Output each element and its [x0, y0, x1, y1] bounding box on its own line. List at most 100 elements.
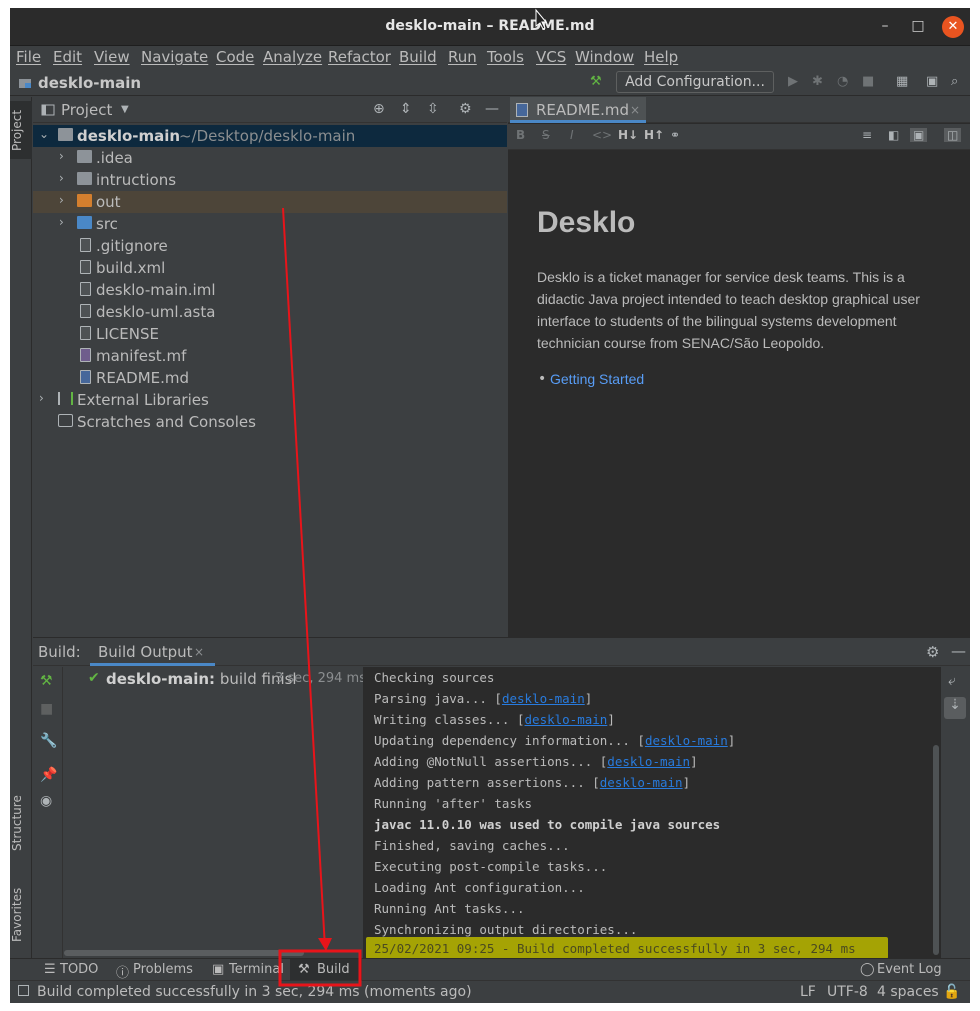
- coverage-icon[interactable]: ◔: [837, 74, 848, 89]
- header-down-button[interactable]: H↓: [618, 128, 638, 142]
- hide-panel-icon[interactable]: —: [951, 642, 966, 660]
- tree-row-manifest[interactable]: manifest.mf: [33, 345, 507, 367]
- chevron-right-icon[interactable]: ›: [39, 391, 44, 405]
- locate-icon[interactable]: ⊕: [373, 101, 385, 117]
- tab-todo[interactable]: TODO: [60, 962, 98, 977]
- chevron-right-icon[interactable]: ›: [59, 171, 64, 185]
- eye-icon[interactable]: ◉: [40, 793, 52, 809]
- preview-only-icon[interactable]: ▣: [910, 128, 928, 142]
- collapse-all-icon[interactable]: ⇳: [427, 101, 439, 117]
- project-structure-icon[interactable]: ▦: [896, 74, 908, 89]
- menu-view[interactable]: View: [94, 48, 130, 66]
- stop-icon[interactable]: ■: [40, 701, 53, 717]
- menu-code[interactable]: Code: [216, 48, 254, 66]
- console-link[interactable]: desklo-main: [645, 733, 728, 748]
- getting-started-link[interactable]: Getting Started: [550, 371, 644, 387]
- tab-terminal[interactable]: Terminal: [229, 962, 284, 977]
- tab-build-output[interactable]: Build Output ×: [90, 638, 215, 666]
- indent-setting[interactable]: 4 spaces: [877, 984, 939, 1000]
- code-button[interactable]: <>: [592, 128, 612, 142]
- scroll-to-end-icon[interactable]: ⇣: [944, 697, 966, 719]
- italic-button[interactable]: I: [570, 128, 574, 142]
- tree-row-readme[interactable]: README.md: [33, 367, 507, 389]
- search-icon[interactable]: ⌕: [951, 74, 958, 89]
- tab-build-button[interactable]: ⚒ Build: [290, 959, 362, 980]
- pin-icon[interactable]: 📌: [40, 767, 57, 783]
- horizontal-scrollbar[interactable]: [64, 950, 304, 956]
- hammer-icon[interactable]: ⚒: [40, 673, 53, 689]
- tree-row-gitignore[interactable]: .gitignore: [33, 235, 507, 257]
- chevron-right-icon[interactable]: ›: [59, 193, 64, 207]
- stop-icon[interactable]: ■: [862, 74, 874, 89]
- add-configuration-button[interactable]: Add Configuration...: [616, 71, 774, 93]
- wrench-icon[interactable]: 🔧: [40, 733, 57, 749]
- debug-icon[interactable]: ✱: [812, 74, 823, 89]
- minimize-button[interactable]: –: [876, 18, 894, 34]
- link-icon[interactable]: ⚭: [670, 128, 680, 142]
- bold-button[interactable]: B: [516, 128, 525, 142]
- vertical-scrollbar[interactable]: [933, 745, 939, 955]
- project-tool-tab[interactable]: Project: [10, 101, 32, 159]
- console-link[interactable]: desklo-main: [607, 754, 690, 769]
- tree-row-build-xml[interactable]: build.xml: [33, 257, 507, 279]
- tree-row-idea[interactable]: › .idea: [33, 147, 507, 169]
- file-encoding[interactable]: UTF-8: [827, 984, 868, 1000]
- tab-problems[interactable]: Problems: [133, 962, 193, 977]
- header-up-button[interactable]: H↑: [644, 128, 664, 142]
- chevron-down-icon[interactable]: ⌄: [39, 127, 49, 141]
- terminal-window-icon[interactable]: ▣: [926, 74, 938, 89]
- menu-edit[interactable]: Edit: [53, 48, 82, 66]
- layout-icon[interactable]: ◫: [944, 128, 962, 142]
- gear-icon[interactable]: ⚙: [926, 643, 939, 661]
- favorites-tool-tab[interactable]: Favorites: [10, 879, 32, 951]
- tree-row-src[interactable]: › src: [33, 213, 507, 235]
- soft-wrap-icon[interactable]: ⤶: [948, 673, 956, 689]
- tab-event-log[interactable]: Event Log: [877, 962, 942, 977]
- lock-icon[interactable]: 🔓: [943, 984, 960, 1000]
- menu-window[interactable]: Window: [575, 48, 634, 66]
- menu-file[interactable]: File: [16, 48, 41, 66]
- menu-analyze[interactable]: Analyze: [263, 48, 322, 66]
- tree-row-scratches[interactable]: Scratches and Consoles: [33, 411, 507, 433]
- expand-all-icon[interactable]: ⇕: [400, 101, 412, 117]
- split-view-icon[interactable]: ◧: [888, 128, 899, 142]
- status-toggle-icon[interactable]: [18, 985, 29, 996]
- menu-help[interactable]: Help: [644, 48, 678, 66]
- menu-tools[interactable]: Tools: [487, 48, 524, 66]
- hammer-icon[interactable]: ⚒: [590, 74, 602, 89]
- breadcrumb-project[interactable]: desklo-main: [38, 74, 141, 92]
- editor-only-icon[interactable]: ≡: [862, 128, 872, 142]
- structure-tool-tab[interactable]: Structure: [10, 785, 32, 861]
- close-button[interactable]: ✕: [942, 16, 964, 38]
- close-tab-icon[interactable]: ×: [194, 645, 204, 659]
- console-link[interactable]: desklo-main: [502, 691, 585, 706]
- tree-row-external-libraries[interactable]: › External Libraries: [33, 389, 507, 411]
- status-message[interactable]: Build completed successfully in 3 sec, 2…: [37, 984, 472, 1000]
- tree-row-out[interactable]: › out: [33, 191, 507, 213]
- chevron-down-icon[interactable]: ▼: [121, 104, 129, 115]
- tree-row-root[interactable]: ⌄ desklo-main ~/Desktop/desklo-main: [33, 125, 507, 147]
- chevron-right-icon[interactable]: ›: [59, 215, 64, 229]
- tree-row-asta[interactable]: desklo-uml.asta: [33, 301, 507, 323]
- hide-panel-icon[interactable]: —: [485, 101, 499, 117]
- strikethrough-button[interactable]: S: [542, 128, 550, 142]
- menu-build[interactable]: Build: [399, 48, 437, 66]
- tree-row-iml[interactable]: desklo-main.iml: [33, 279, 507, 301]
- console-link[interactable]: desklo-main: [525, 712, 608, 727]
- project-view-selector[interactable]: Project: [61, 101, 112, 119]
- menu-vcs[interactable]: VCS: [536, 48, 566, 66]
- run-icon[interactable]: ▶: [788, 74, 798, 89]
- tree-row-intructions[interactable]: › intructions: [33, 169, 507, 191]
- menu-refactor[interactable]: Refactor: [328, 48, 391, 66]
- tree-row-license[interactable]: LICENSE: [33, 323, 507, 345]
- line-separator[interactable]: LF: [800, 984, 816, 1000]
- menu-run[interactable]: Run: [448, 48, 477, 66]
- gear-icon[interactable]: ⚙: [459, 101, 472, 117]
- chevron-right-icon[interactable]: ›: [59, 149, 64, 163]
- close-tab-icon[interactable]: ×: [630, 103, 640, 117]
- console-link[interactable]: desklo-main: [600, 775, 683, 790]
- maximize-button[interactable]: □: [909, 18, 927, 34]
- tab-readme[interactable]: README.md ×: [510, 97, 646, 123]
- build-status-row[interactable]: desklo-main: build finisl: [88, 670, 297, 688]
- menu-navigate[interactable]: Navigate: [141, 48, 208, 66]
